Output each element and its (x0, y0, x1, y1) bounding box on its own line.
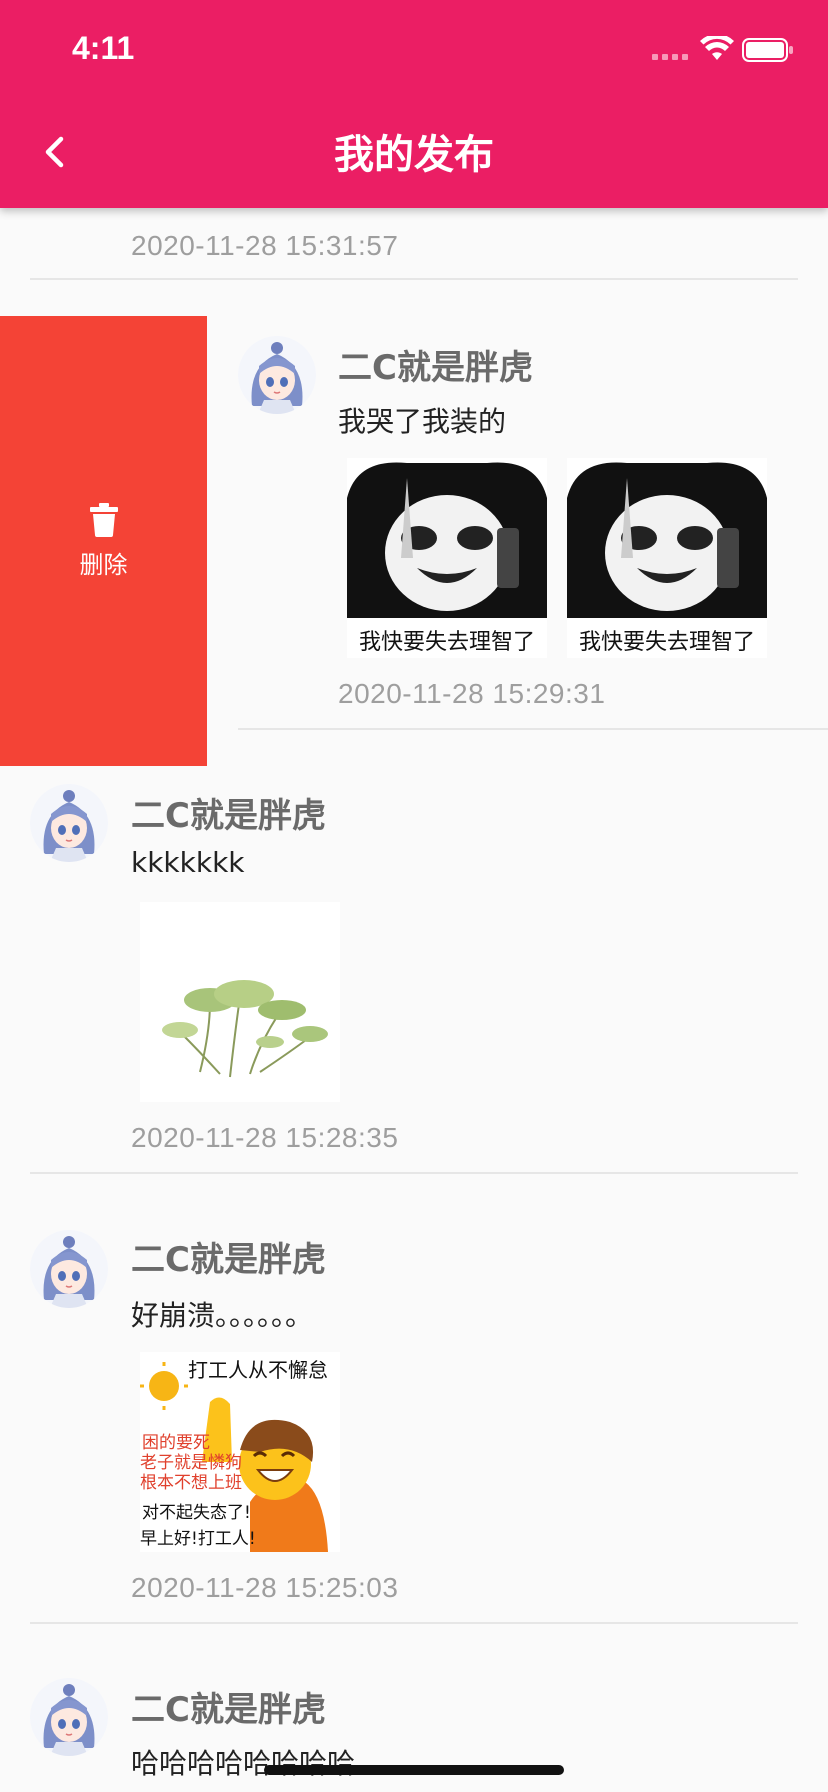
avatar[interactable] (30, 784, 108, 862)
image-text: 早上好!打工人! (140, 1529, 256, 1549)
divider (238, 728, 828, 730)
post-text: kkkkkkk (131, 846, 245, 879)
anime-avatar-icon (238, 336, 316, 414)
lotus-leaves-icon (140, 902, 340, 1102)
post-image[interactable]: 我快要失去理智了 (567, 458, 767, 658)
anime-avatar-icon (30, 1678, 108, 1756)
post-timestamp: 2020-11-28 15:28:35 (131, 1122, 399, 1153)
post-text: 哈哈哈哈哈哈哈哈 (131, 1747, 356, 1780)
delete-label: 删除 (79, 550, 128, 579)
anime-avatar-icon (30, 1230, 108, 1308)
username: 二C就是胖虎 (131, 1240, 326, 1280)
wifi-icon (700, 36, 734, 60)
username: 二C就是胖虎 (131, 796, 326, 836)
home-indicator[interactable] (264, 1765, 564, 1775)
post-text: 好崩溃。。。。。。 (131, 1299, 314, 1332)
post-timestamp: 2020-11-28 15:29:31 (338, 678, 606, 709)
post-timestamp: 2020-11-28 15:31:57 (131, 230, 399, 261)
post-image[interactable]: 我快要失去理智了 (347, 458, 547, 658)
app-bar: 4:11 我的发布 (0, 0, 828, 208)
post-image[interactable]: 打工人从不懈怠 困的要死 老子就是憐狗 根本不想上班 对不起失态了! 早上好!打… (140, 1352, 340, 1552)
image-caption: 我快要失去理智了 (567, 624, 767, 658)
avatar[interactable] (238, 336, 316, 414)
delete-button[interactable]: 删除 (0, 316, 207, 766)
username: 二C就是胖虎 (338, 348, 533, 388)
username: 二C就是胖虎 (131, 1690, 326, 1730)
divider (30, 278, 798, 280)
post-text: 我哭了我装的 (338, 405, 507, 438)
image-text: 根本不想上班 (140, 1473, 242, 1493)
avatar[interactable] (30, 1678, 108, 1756)
divider (30, 1622, 798, 1624)
avatar[interactable] (30, 1230, 108, 1308)
anime-avatar-icon (30, 784, 108, 862)
post-timestamp: 2020-11-28 15:25:03 (131, 1572, 399, 1603)
trash-icon (89, 502, 118, 537)
battery-icon (742, 38, 793, 62)
image-text: 对不起失态了! (142, 1503, 251, 1523)
image-text: 打工人从不懈怠 (188, 1358, 328, 1382)
page-title: 我的发布 (334, 132, 494, 178)
divider (30, 1172, 798, 1174)
image-caption: 我快要失去理智了 (347, 624, 547, 658)
cellular-signal-icon (652, 54, 688, 60)
status-time: 4:11 (72, 30, 135, 66)
post-image[interactable] (140, 902, 340, 1102)
